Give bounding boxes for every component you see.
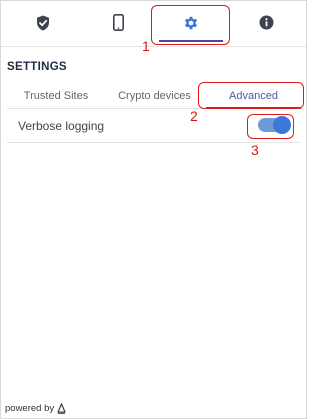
tab-security[interactable] bbox=[5, 1, 81, 44]
nav-divider bbox=[1, 46, 306, 47]
tab-trusted-sites[interactable]: Trusted Sites bbox=[21, 85, 91, 107]
annotation-label-3: 3 bbox=[251, 142, 259, 158]
annotation-box-3 bbox=[247, 114, 294, 139]
delta-logo-icon[interactable] bbox=[57, 403, 66, 414]
annotation-box-2 bbox=[198, 82, 304, 109]
info-icon bbox=[259, 15, 273, 30]
tab-info[interactable] bbox=[228, 1, 304, 44]
powered-by-text: powered by bbox=[5, 403, 55, 414]
annotation-label-1: 1 bbox=[142, 38, 150, 54]
annotation-box-1 bbox=[151, 5, 230, 45]
phone-icon bbox=[112, 14, 124, 31]
page-title: SETTINGS bbox=[7, 61, 67, 73]
verbose-logging-label: Verbose logging bbox=[18, 119, 105, 133]
powered-by-footer: powered by bbox=[5, 403, 66, 414]
tab-crypto-devices[interactable]: Crypto devices bbox=[116, 85, 193, 107]
shield-check-icon bbox=[37, 15, 49, 30]
